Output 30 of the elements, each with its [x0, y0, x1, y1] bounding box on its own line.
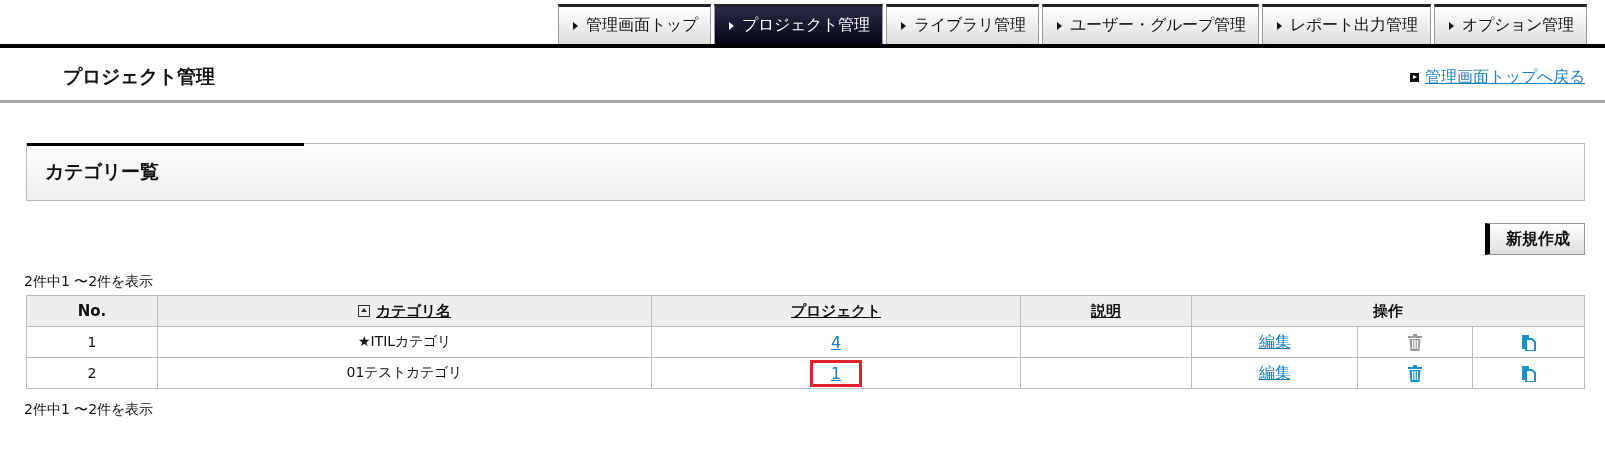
- result-count: 2件中1 〜2件を表示: [24, 401, 155, 419]
- edit-link[interactable]: 編集: [1258, 362, 1291, 382]
- nav-tab[interactable]: レポート出力管理: [1262, 4, 1431, 44]
- new-button[interactable]: 新規作成: [1485, 223, 1585, 255]
- project-count-link[interactable]: 1: [809, 359, 863, 387]
- page-title: プロジェクト管理: [63, 64, 215, 89]
- nav-tab[interactable]: プロジェクト管理: [714, 4, 883, 44]
- table-cell: ★ITILカテゴリ: [157, 326, 652, 358]
- table-cell: 1: [26, 326, 158, 358]
- table-cell: 01テストカテゴリ: [157, 357, 652, 389]
- nav-tab[interactable]: ユーザー・グループ管理: [1042, 4, 1259, 44]
- column-header[interactable]: プロジェクト: [651, 295, 1021, 327]
- back-link[interactable]: 管理画面トップへ戻る: [1425, 66, 1585, 88]
- project-count-link[interactable]: 4: [809, 328, 863, 356]
- nav-tab[interactable]: オプション管理: [1434, 4, 1587, 44]
- edit-link[interactable]: 編集: [1258, 331, 1291, 351]
- nav-tab[interactable]: ライブラリ管理: [886, 4, 1039, 44]
- panel-title: カテゴリー覧: [45, 159, 159, 184]
- nav-tab[interactable]: 管理画面トップ: [558, 4, 711, 44]
- copy-icon[interactable]: [1521, 333, 1536, 351]
- sort-icon[interactable]: [358, 305, 370, 317]
- column-header[interactable]: カテゴリ名: [157, 295, 652, 327]
- column-header[interactable]: 説明: [1020, 295, 1192, 327]
- column-header: No.: [26, 295, 158, 327]
- trash-icon[interactable]: [1408, 364, 1422, 382]
- table-cell: 2: [26, 357, 158, 389]
- copy-icon[interactable]: [1521, 364, 1536, 382]
- column-header: 操作: [1191, 295, 1585, 327]
- result-count: 2件中1 〜2件を表示: [24, 273, 155, 291]
- bullet-icon: [1410, 72, 1419, 82]
